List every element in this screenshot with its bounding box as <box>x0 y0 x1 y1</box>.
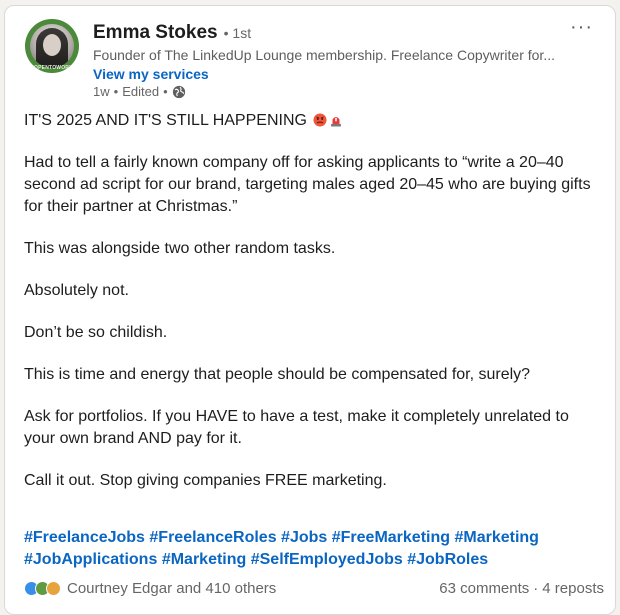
avatar[interactable]: #OPENTOWORK <box>25 19 79 73</box>
angry-face-emoji <box>313 112 327 127</box>
post-paragraph: This was alongside two other random task… <box>24 240 336 257</box>
hashtag-link[interactable]: #Marketing <box>162 551 246 568</box>
author-name[interactable]: Emma Stokes <box>93 22 218 44</box>
post-meta: 1w • Edited • <box>93 84 563 99</box>
globe-icon <box>172 85 186 99</box>
post-paragraph: Absolutely not. <box>24 282 129 299</box>
connection-degree: • 1st <box>223 25 252 41</box>
post-paragraph: Ask for portfolios. If you HAVE to have … <box>24 408 569 447</box>
hashtag-link[interactable]: #Jobs <box>281 529 327 546</box>
counts-separator: · <box>533 579 539 597</box>
hashtags: #FreelanceJobs #FreelanceRoles #Jobs #Fr… <box>24 527 604 571</box>
edited-label: Edited <box>122 84 160 99</box>
meta-separator: • <box>113 84 119 99</box>
post-paragraph: This is time and energy that people shou… <box>24 366 531 383</box>
post-time: 1w <box>93 84 110 99</box>
hashtag-link[interactable]: #Marketing <box>454 529 538 546</box>
reposts-count[interactable]: 4 reposts <box>542 580 604 597</box>
post-paragraph: IT'S 2025 AND IT'S STILL HAPPENING <box>24 110 604 132</box>
engagement-counts: 63 comments · 4 reposts <box>439 580 604 597</box>
meta-separator: • <box>163 84 168 99</box>
more-options-button[interactable]: ··· <box>570 17 593 37</box>
post-paragraph: Call it out. Stop giving companies FREE … <box>24 472 387 489</box>
avatar-photo <box>30 24 74 68</box>
post-paragraph: Don’t be so childish. <box>24 324 168 341</box>
hashtag-link[interactable]: #JobRoles <box>407 551 488 568</box>
hashtag-link[interactable]: #FreelanceRoles <box>149 529 276 546</box>
hashtag-link[interactable]: #JobApplications <box>24 551 157 568</box>
post-text: IT'S 2025 AND IT'S STILL HAPPENING Had t… <box>24 110 604 512</box>
hashtag-link[interactable]: #FreelanceJobs <box>24 529 145 546</box>
comments-count[interactable]: 63 comments <box>439 580 529 597</box>
open-to-work-ring: #OPENTOWORK <box>25 19 79 73</box>
social-counts: Courtney Edgar and 410 others 63 comment… <box>24 578 604 598</box>
open-to-work-badge: #OPENTOWORK <box>31 65 73 71</box>
reactors-text[interactable]: Courtney Edgar and 410 others <box>67 580 276 597</box>
view-services-link[interactable]: View my services <box>93 66 563 82</box>
author-info: Emma Stokes • 1st Founder of The LinkedU… <box>93 22 563 99</box>
post-card: #OPENTOWORK Emma Stokes • 1st Founder of… <box>4 5 616 615</box>
insightful-icon <box>46 580 61 596</box>
hashtag-link[interactable]: #FreeMarketing <box>332 529 450 546</box>
author-headline[interactable]: Founder of The LinkedUp Lounge membershi… <box>93 47 563 63</box>
post-paragraph: Had to tell a fairly known company off f… <box>24 154 591 215</box>
siren-emoji <box>329 112 343 127</box>
reactions-summary[interactable]: Courtney Edgar and 410 others <box>24 580 276 597</box>
hashtag-link[interactable]: #SelfEmployedJobs <box>251 551 403 568</box>
